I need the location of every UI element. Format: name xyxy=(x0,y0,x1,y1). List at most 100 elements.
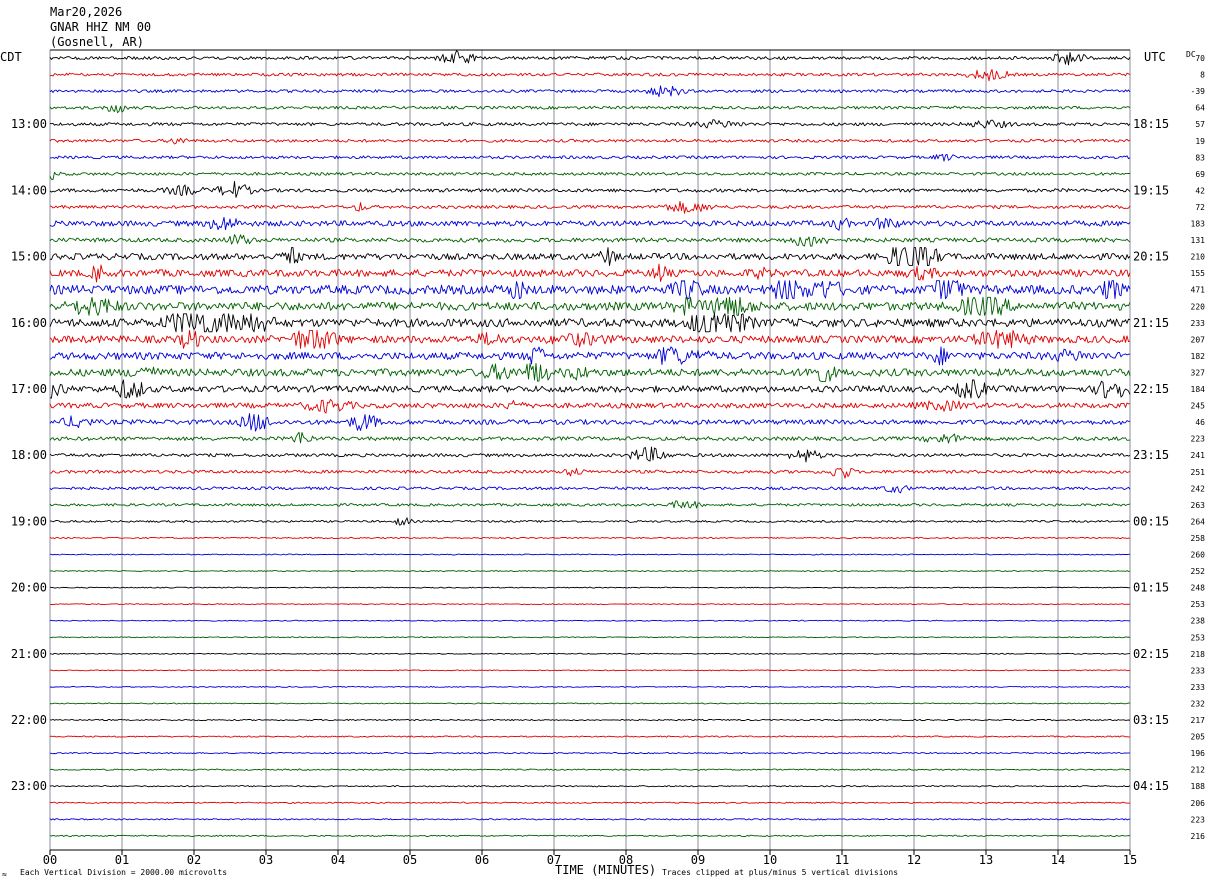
left-hour-label: 19:00 xyxy=(11,514,47,528)
dc-offset-value: 217 xyxy=(1191,716,1206,725)
trace-row xyxy=(49,398,1131,414)
right-hour-label: 18:15 xyxy=(1133,117,1169,131)
right-hour-label: 00:15 xyxy=(1133,514,1169,528)
scale-note: Each Vertical Division = 2000.00 microvo… xyxy=(20,868,228,877)
trace-row xyxy=(49,735,1131,738)
trace-row xyxy=(49,201,1131,214)
dc-offset-value: 182 xyxy=(1191,352,1206,361)
dc-offset-value: 251 xyxy=(1191,468,1206,477)
right-hour-label: 04:15 xyxy=(1133,779,1169,793)
trace-row xyxy=(49,586,1130,589)
dc-offset-value: 220 xyxy=(1191,302,1206,311)
right-hour-label: 01:15 xyxy=(1133,581,1169,595)
trace-row xyxy=(49,105,1131,114)
trace-row xyxy=(49,280,1131,300)
dc-offset-value: 207 xyxy=(1191,335,1206,344)
dc-offset-value: 46 xyxy=(1195,418,1205,427)
dc-offset-value: 70 xyxy=(1195,54,1205,63)
corner-mark: ≈ xyxy=(2,870,7,879)
left-hour-label: 17:00 xyxy=(11,382,47,396)
dc-offset-value: 258 xyxy=(1191,534,1206,543)
dc-offset-value: 242 xyxy=(1191,484,1206,493)
trace-row xyxy=(49,50,1131,66)
dc-offset-value: 64 xyxy=(1195,104,1205,113)
trace-row xyxy=(49,346,1130,366)
left-hour-label: 15:00 xyxy=(11,250,47,264)
trace-row xyxy=(49,467,1131,479)
trace-row xyxy=(49,500,1131,509)
left-hour-label: 22:00 xyxy=(11,713,47,727)
dc-offset-value: 184 xyxy=(1191,385,1206,394)
x-axis-title: TIME (MINUTES) xyxy=(555,863,657,877)
dc-offset-value: 131 xyxy=(1191,236,1206,245)
dc-offset-value: 19 xyxy=(1195,137,1205,146)
dc-offset-value: 205 xyxy=(1191,733,1206,742)
trace-row xyxy=(49,247,1131,267)
trace-row xyxy=(49,446,1131,463)
trace-row xyxy=(50,553,1131,556)
dc-offset-value: 218 xyxy=(1191,650,1206,659)
trace-row xyxy=(49,431,1131,444)
minute-gridlines xyxy=(49,49,1131,855)
trace-row xyxy=(49,153,1131,162)
dc-offset-value: 253 xyxy=(1191,600,1206,609)
trace-row xyxy=(49,362,1131,382)
trace-row xyxy=(49,296,1131,316)
dc-offset-value: 471 xyxy=(1191,286,1206,295)
dc-offset-value: 241 xyxy=(1191,451,1206,460)
right-hour-label: 23:15 xyxy=(1133,448,1169,462)
dc-offset-value: 69 xyxy=(1195,170,1205,179)
trace-row xyxy=(49,685,1131,688)
dc-offset-value: 264 xyxy=(1191,517,1206,526)
dc-offset-value: 8 xyxy=(1200,71,1205,80)
trace-row xyxy=(49,834,1131,837)
trace-row xyxy=(49,329,1131,349)
dc-offset-value: 263 xyxy=(1191,501,1206,510)
x-tick-label: 01 xyxy=(115,853,129,867)
dc-offset-value: 248 xyxy=(1191,584,1206,593)
dc-offset-value: 83 xyxy=(1195,153,1205,162)
left-hour-label: 16:00 xyxy=(11,316,47,330)
dc-offset-value: 223 xyxy=(1191,435,1206,444)
dc-offset-value: 196 xyxy=(1191,749,1206,758)
left-hour-label: 23:00 xyxy=(11,779,47,793)
seismic-traces xyxy=(49,50,1131,837)
left-hour-label: 14:00 xyxy=(11,183,47,197)
trace-row xyxy=(49,570,1131,572)
trace-row xyxy=(49,785,1131,788)
x-tick-label: 11 xyxy=(835,853,849,867)
x-tick-label: 13 xyxy=(979,853,993,867)
x-tick-label: 15 xyxy=(1123,853,1137,867)
helicorder-plot: 00 01 02 03 04 05 06 07 08 09 10 11 12 13 14 15708-3964… xyxy=(11,49,1206,867)
right-hour-label: 19:15 xyxy=(1133,183,1169,197)
left-hour-label: 21:00 xyxy=(11,647,47,661)
trace-row xyxy=(49,171,1130,180)
x-tick-label: 06 xyxy=(475,853,489,867)
dc-offset-value: 212 xyxy=(1191,766,1206,775)
trace-row xyxy=(49,85,1131,98)
trace-row xyxy=(49,818,1131,821)
x-tick-label: 03 xyxy=(259,853,273,867)
clip-note: Traces clipped at plus/minus 5 vertical … xyxy=(662,868,899,877)
dc-offset-value: 233 xyxy=(1191,666,1206,675)
dc-offset-value: 245 xyxy=(1191,402,1206,411)
dc-offset-value: 216 xyxy=(1191,832,1206,841)
dc-offset-value: 57 xyxy=(1195,120,1205,129)
dc-offset-value: 252 xyxy=(1191,567,1206,576)
x-tick-label: 14 xyxy=(1051,853,1065,867)
trace-row xyxy=(49,119,1131,129)
x-tick-label: 05 xyxy=(403,853,417,867)
trace-row xyxy=(49,636,1131,639)
trace-row xyxy=(49,603,1131,606)
right-hour-label: 20:15 xyxy=(1133,250,1169,264)
trace-row xyxy=(49,379,1131,399)
trace-row xyxy=(49,652,1131,655)
x-tick-label: 12 xyxy=(907,853,921,867)
x-tick-label: 10 xyxy=(763,853,777,867)
trace-row xyxy=(49,263,1131,283)
trace-row xyxy=(49,752,1131,755)
trace-row xyxy=(49,702,1131,705)
left-hour-label: 13:00 xyxy=(11,117,47,131)
dc-offset-value: -39 xyxy=(1191,87,1206,96)
trace-row xyxy=(49,216,1131,231)
